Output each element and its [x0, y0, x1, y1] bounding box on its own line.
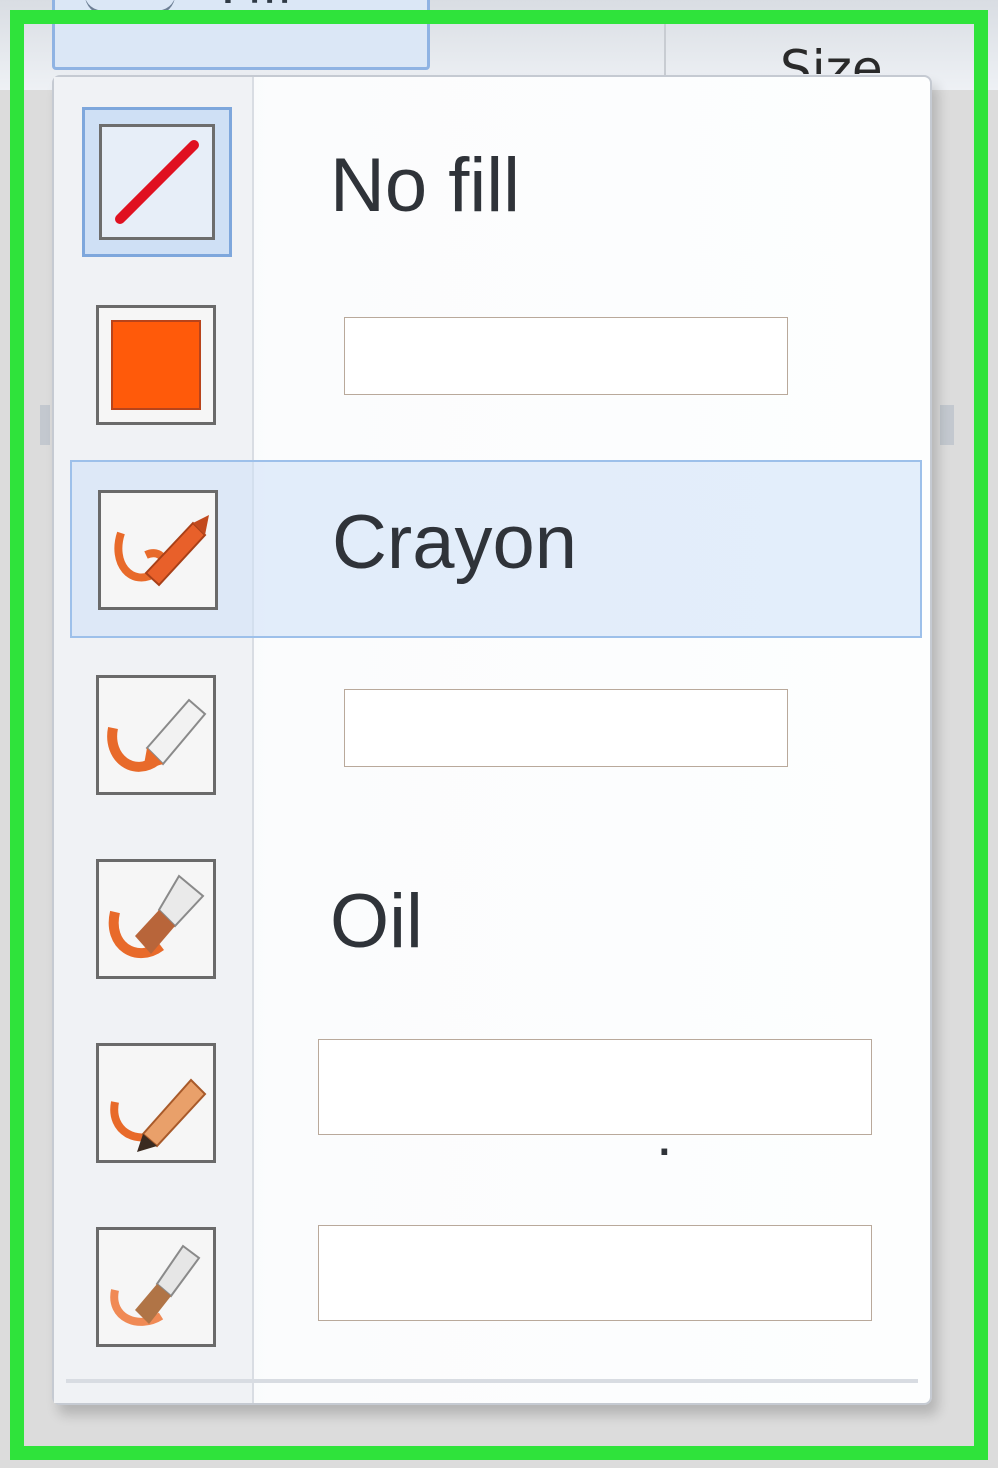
checked-icon-frame: [82, 107, 232, 257]
watercolor-brush-icon: [96, 1227, 216, 1347]
fill-bucket-icon: [85, 0, 175, 15]
fill-dropdown-menu: No fill Crayon Oil: [52, 75, 932, 1405]
solid-color-icon: [96, 305, 216, 425]
natural-pencil-icon: [96, 1043, 216, 1163]
redacted-label: [318, 1039, 872, 1135]
menu-item-no-fill[interactable]: No fill: [68, 91, 924, 269]
menu-item-watercolor[interactable]: [68, 1197, 924, 1375]
no-fill-icon: [99, 124, 215, 240]
menu-item-crayon[interactable]: Crayon: [70, 460, 922, 638]
fill-button-label: Fill: [220, 0, 292, 15]
redacted-label: [318, 1225, 872, 1321]
menu-item-marker[interactable]: [68, 645, 924, 823]
redacted-label: [344, 689, 788, 767]
menu-item-label: No fill: [330, 143, 521, 228]
crayon-icon: [98, 490, 218, 610]
menu-item-label: Oil: [330, 879, 423, 964]
menu-item-label: Crayon: [332, 500, 577, 585]
menu-item-solid-color[interactable]: [68, 275, 924, 453]
solid-color-swatch: [111, 320, 201, 410]
fill-dropdown-button[interactable]: Fill: [52, 0, 430, 70]
marker-icon: [96, 675, 216, 795]
ribbon-divider: [664, 20, 666, 80]
oil-brush-icon: [96, 859, 216, 979]
left-edge-grip: [40, 405, 50, 445]
menu-item-natural-pencil[interactable]: .: [68, 1013, 924, 1191]
right-edge-grip: [940, 405, 954, 445]
menu-bottom-separator: [66, 1379, 918, 1383]
size-button-label[interactable]: Size: [780, 44, 883, 74]
menu-item-oil[interactable]: Oil: [68, 829, 924, 1007]
redacted-label: [344, 317, 788, 395]
